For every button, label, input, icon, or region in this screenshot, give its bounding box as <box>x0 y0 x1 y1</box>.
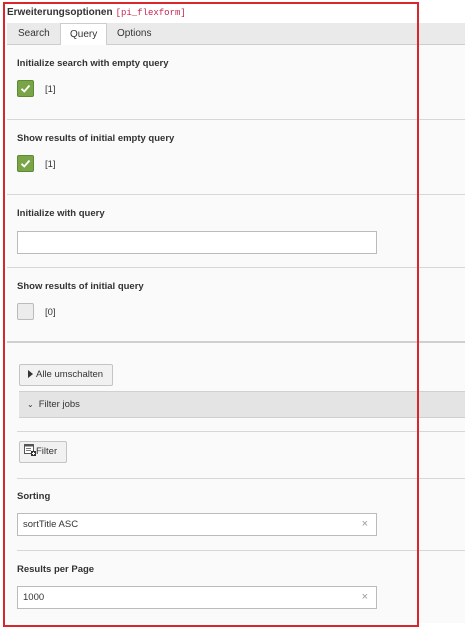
show-initial-empty-checkbox[interactable] <box>17 155 34 172</box>
field-label: Initialize with query <box>17 208 105 219</box>
filter-jobs-label: Filter jobs <box>38 399 80 410</box>
toggle-all-label: Alle umschalten <box>36 369 104 380</box>
toggle-all-button[interactable]: Alle umschalten <box>19 364 113 386</box>
tab-options[interactable]: Options <box>108 23 160 45</box>
checkbox-value: [0] <box>45 307 56 318</box>
section-init-empty: Initialize search with empty query [1] <box>7 45 465 120</box>
field-label: Show results of initial query <box>17 281 144 292</box>
divider <box>17 550 465 551</box>
sorting-label: Sorting <box>17 491 51 502</box>
section-show-initial-query: Show results of initial query [0] <box>7 268 465 343</box>
checkbox-value: [1] <box>45 159 56 170</box>
init-empty-checkbox[interactable] <box>17 80 34 97</box>
checkbox-value: [1] <box>45 84 56 95</box>
divider <box>17 478 465 479</box>
sorting-value: sortTitle ASC <box>23 519 79 530</box>
filter-label: Filter <box>36 446 58 457</box>
init-with-query-input[interactable] <box>17 231 377 254</box>
panel-title: Erweiterungsoptionen [pi_flexform] <box>7 7 186 18</box>
results-per-page-value: 1000 <box>23 592 45 603</box>
show-initial-query-checkbox[interactable] <box>17 303 34 320</box>
check-icon <box>20 84 31 93</box>
field-label: Show results of initial empty query <box>17 133 175 144</box>
add-record-icon <box>24 444 36 456</box>
check-icon <box>20 159 31 168</box>
clear-icon[interactable]: × <box>362 514 368 535</box>
panel-title-code: [pi_flexform] <box>115 8 186 18</box>
clear-icon[interactable]: × <box>362 587 368 608</box>
field-label: Initialize search with empty query <box>17 58 169 69</box>
sorting-input[interactable]: sortTitle ASC × <box>17 513 377 536</box>
add-filter-button[interactable]: Filter <box>19 441 67 463</box>
results-per-page-label: Results per Page <box>17 564 95 575</box>
results-per-page-input[interactable]: 1000 × <box>17 586 377 609</box>
tab-query[interactable]: Query <box>60 23 108 46</box>
tab-content-query: Initialize search with empty query [1] S… <box>7 45 465 623</box>
divider <box>17 431 465 432</box>
section-init-with-query: Initialize with query <box>7 195 465 268</box>
triangle-right-icon <box>28 370 33 378</box>
panel-title-text: Erweiterungsoptionen <box>7 7 113 18</box>
section-show-initial-empty: Show results of initial empty query [1] <box>7 120 465 195</box>
tab-search[interactable]: Search <box>9 23 59 45</box>
filter-jobs-header[interactable]: ⌄ Filter jobs <box>19 391 465 418</box>
chevron-down-icon: ⌄ <box>27 400 34 409</box>
tab-bar: Search Query Options <box>7 23 465 46</box>
